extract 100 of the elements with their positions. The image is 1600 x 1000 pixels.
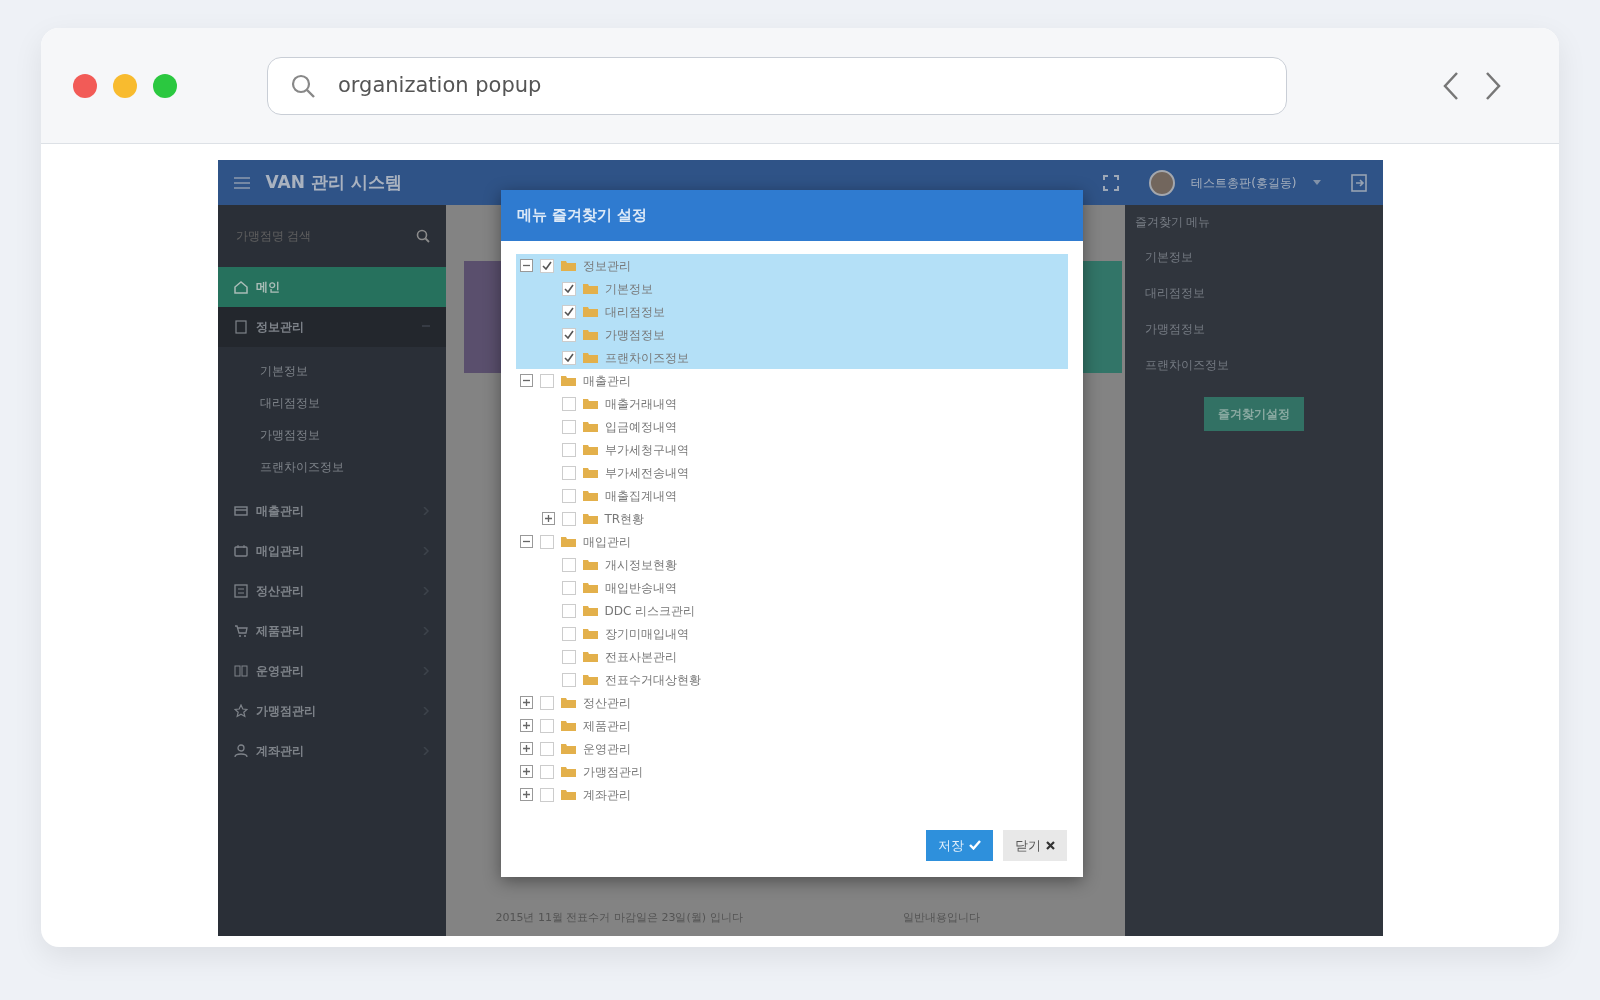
tree-row[interactable]: 운영관리 <box>515 737 1068 760</box>
address-field[interactable]: organization popup <box>336 68 1264 103</box>
checkbox[interactable] <box>539 787 554 802</box>
tree-row[interactable]: 기본정보 <box>515 277 1068 300</box>
checkbox[interactable] <box>561 511 576 526</box>
tree-row[interactable]: 대리점정보 <box>515 300 1068 323</box>
sidebar-subitem[interactable]: 프랜차이즈정보 <box>259 451 446 483</box>
checkbox[interactable] <box>561 649 576 664</box>
tree-row[interactable]: 개시정보현황 <box>515 553 1068 576</box>
tree-row[interactable]: 정보관리 <box>515 254 1068 277</box>
window-control-dot[interactable] <box>73 73 97 98</box>
checkbox[interactable] <box>539 741 554 756</box>
tree-row[interactable]: 가맹점정보 <box>515 323 1068 346</box>
tree-row[interactable]: 매입반송내역 <box>515 576 1068 599</box>
sidebar-item[interactable]: 계좌관리 <box>217 731 446 771</box>
sidebar-item[interactable]: 매입관리 <box>217 531 446 571</box>
plus-box-icon[interactable] <box>519 788 533 801</box>
folder-icon <box>560 375 576 386</box>
favorite-link[interactable]: 대리점정보 <box>1134 275 1373 311</box>
tree-row[interactable]: 전표수거대상현황 <box>515 668 1068 691</box>
checkbox[interactable] <box>561 350 576 365</box>
tree-row[interactable]: 프랜차이즈정보 <box>515 346 1068 369</box>
sidebar-subitem[interactable]: 대리점정보 <box>259 387 446 419</box>
folder-icon <box>582 605 598 616</box>
folder-icon <box>560 720 576 731</box>
address-bar[interactable]: organization popup <box>267 56 1287 115</box>
checkbox[interactable] <box>539 718 554 733</box>
tree-row[interactable]: 전표사본관리 <box>515 645 1068 668</box>
save-button[interactable]: 저장 <box>925 829 993 861</box>
folder-icon <box>582 352 598 363</box>
checkbox[interactable] <box>561 442 576 457</box>
plus-box-icon[interactable] <box>519 696 533 709</box>
tree-row[interactable]: DDC 리스크관리 <box>515 599 1068 622</box>
checkbox[interactable] <box>539 764 554 779</box>
checkbox[interactable] <box>561 603 576 618</box>
plus-box-icon[interactable] <box>519 765 533 778</box>
checkbox[interactable] <box>561 419 576 434</box>
tree-row[interactable]: 입금예정내역 <box>515 415 1068 438</box>
favorite-link[interactable]: 프랜차이즈정보 <box>1134 347 1373 383</box>
minus-box-icon[interactable] <box>519 535 533 548</box>
checkbox[interactable] <box>539 695 554 710</box>
tree-row[interactable]: TR현황 <box>515 507 1068 530</box>
favorites-settings-button[interactable]: 즐겨찾기설정 <box>1203 397 1304 431</box>
fullscreen-icon[interactable] <box>1103 174 1120 191</box>
tree-row[interactable]: 장기미매입내역 <box>515 622 1068 645</box>
checkbox[interactable] <box>561 557 576 572</box>
tree-row[interactable]: 제품관리 <box>515 714 1068 737</box>
sidebar-subitem[interactable]: 기본정보 <box>259 355 446 387</box>
minus-box-icon[interactable] <box>519 374 533 387</box>
plus-box-icon[interactable] <box>519 742 533 755</box>
user-name[interactable]: 테스트총판(홍길동) <box>1191 173 1297 192</box>
logout-icon[interactable] <box>1350 173 1367 192</box>
search-icon[interactable] <box>415 229 430 243</box>
checkbox[interactable] <box>561 281 576 296</box>
minus-box-icon[interactable] <box>519 259 533 272</box>
checkbox[interactable] <box>561 465 576 480</box>
folder-icon <box>560 260 576 271</box>
app-title: VAN 관리 시스템 <box>265 170 402 194</box>
folder-icon <box>560 766 576 777</box>
window-control-dot[interactable] <box>113 73 137 98</box>
sidebar-subitem[interactable]: 가맹점정보 <box>259 419 446 451</box>
tree-row[interactable]: 부가세청구내역 <box>515 438 1068 461</box>
dialog-title: 메뉴 즐겨찾기 설정 <box>500 190 1083 241</box>
favorite-link[interactable]: 가맹점정보 <box>1134 311 1373 347</box>
folder-icon <box>560 743 576 754</box>
tree-row[interactable]: 매입관리 <box>515 530 1068 553</box>
sidebar-item[interactable]: 가맹점관리 <box>217 691 446 731</box>
tree-row[interactable]: 매출거래내역 <box>515 392 1068 415</box>
sidebar-item[interactable]: 제품관리 <box>217 611 446 651</box>
checkbox[interactable] <box>539 258 554 273</box>
sidebar-item[interactable]: 메인 <box>217 267 446 307</box>
card-icon <box>233 504 248 518</box>
caret-icon[interactable] <box>1312 180 1321 185</box>
sidebar-item[interactable]: 정보관리 <box>217 307 446 347</box>
columns-icon <box>233 664 248 678</box>
tree-row[interactable]: 매출관리 <box>515 369 1068 392</box>
checkbox[interactable] <box>539 534 554 549</box>
tree-row[interactable]: 계좌관리 <box>515 783 1068 806</box>
star-icon <box>233 704 248 718</box>
tree-row[interactable]: 가맹점관리 <box>515 760 1068 783</box>
menu-icon[interactable] <box>233 176 250 189</box>
checkbox[interactable] <box>561 626 576 641</box>
checkbox[interactable] <box>561 580 576 595</box>
tree-row[interactable]: 부가세전송내역 <box>515 461 1068 484</box>
checkbox[interactable] <box>561 488 576 503</box>
sidebar-item[interactable]: 정산관리 <box>217 571 446 611</box>
favorite-link[interactable]: 기본정보 <box>1134 239 1373 275</box>
tree-row[interactable]: 정산관리 <box>515 691 1068 714</box>
checkbox[interactable] <box>561 396 576 411</box>
checkbox[interactable] <box>539 373 554 388</box>
plus-box-icon[interactable] <box>541 512 555 525</box>
plus-box-icon[interactable] <box>519 719 533 732</box>
checkbox[interactable] <box>561 304 576 319</box>
sidebar-item[interactable]: 매출관리 <box>217 491 446 531</box>
window-control-dot[interactable] <box>153 73 177 98</box>
checkbox[interactable] <box>561 672 576 687</box>
tree-row[interactable]: 매출집계내역 <box>515 484 1068 507</box>
checkbox[interactable] <box>561 327 576 342</box>
close-button[interactable]: 닫기 <box>1002 829 1067 861</box>
sidebar-item[interactable]: 운영관리 <box>217 651 446 691</box>
